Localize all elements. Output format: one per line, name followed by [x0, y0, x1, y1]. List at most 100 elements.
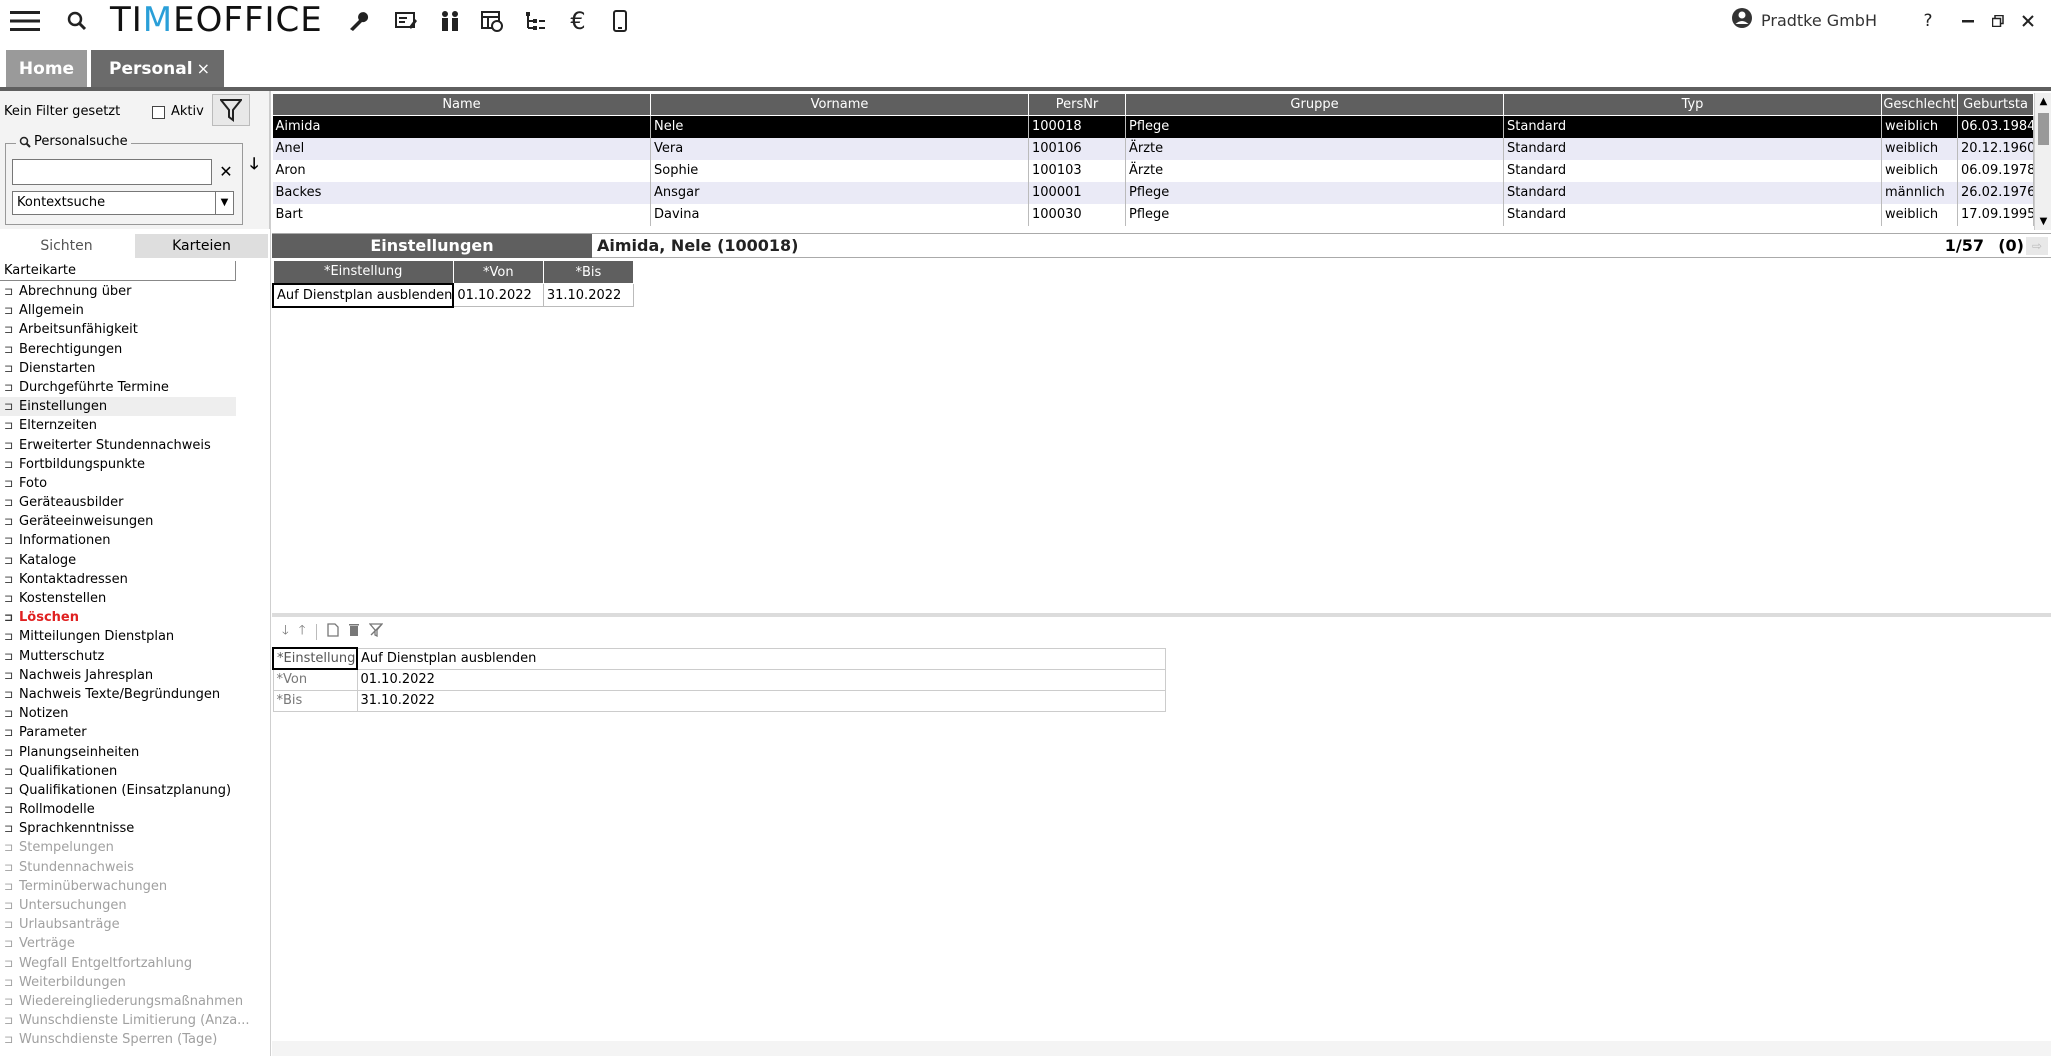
karteikarte-item[interactable]: ⊐ Informationen: [0, 531, 236, 550]
karteikarte-item[interactable]: ⊐ Löschen: [0, 608, 236, 627]
table-cell[interactable]: 100001: [1028, 181, 1126, 204]
table-cell[interactable]: Ansgar: [650, 181, 1029, 204]
table-row[interactable]: Auf Dienstplan ausblenden 01.10.2022 31.10…: [271, 282, 634, 308]
table-cell[interactable]: weiblich: [1881, 137, 1958, 160]
karteikarte-item[interactable]: ⊐ Urlaubsanträge: [0, 915, 236, 934]
karteikarte-item[interactable]: ⊐ Geräteeinweisungen: [0, 512, 236, 531]
karteikarte-item[interactable]: ⊐ Kontaktadressen: [0, 570, 236, 589]
table-cell[interactable]: 100030: [1028, 203, 1126, 226]
karteikarte-item[interactable]: ⊐ Kostenstellen: [0, 589, 236, 608]
aktiv-checkbox[interactable]: [152, 106, 165, 119]
karteikarte-item[interactable]: ⊐ Terminüberwachungen: [0, 877, 236, 896]
karteikarte-item[interactable]: ⊐ Untersuchungen: [0, 896, 236, 915]
karteikarte-item[interactable]: ⊐ Verträge: [0, 934, 236, 953]
table-cell[interactable]: 06.09.1978: [1957, 159, 2034, 182]
field-value[interactable]: 31.10.2022: [356, 689, 1166, 712]
table-cell[interactable]: 100106: [1028, 137, 1126, 160]
field-value[interactable]: Auf Dienstplan ausblenden: [356, 647, 1166, 670]
table-cell[interactable]: Vera: [650, 137, 1029, 160]
tab-home[interactable]: Home: [6, 50, 87, 88]
table-cell[interactable]: weiblich: [1881, 203, 1958, 226]
mobile-icon[interactable]: [608, 6, 632, 36]
table-cell[interactable]: Nele: [650, 115, 1029, 138]
euro-icon[interactable]: €: [564, 6, 592, 36]
column-header[interactable]: *Von: [452, 260, 544, 284]
table-row[interactable]: Aron Sophie 100103 Ärzte Standard weiblich 06.…: [272, 159, 2034, 182]
table-cell[interactable]: 100018: [1028, 115, 1126, 138]
table-cell[interactable]: Standard: [1503, 159, 1882, 182]
table-cell[interactable]: Sophie: [650, 159, 1029, 182]
people-icon[interactable]: [436, 6, 464, 36]
karteikarte-item[interactable]: ⊐ Qualifikationen (Einsatzplanung): [0, 781, 236, 800]
close-icon[interactable]: [2018, 6, 2038, 36]
wrench-icon[interactable]: [344, 6, 372, 36]
karteikarte-item[interactable]: ⊐ Nachweis Texte/Begründungen: [0, 685, 236, 704]
karteikarte-item[interactable]: ⊐ Foto: [0, 474, 236, 493]
table-cell[interactable]: Davina: [650, 203, 1029, 226]
karteikarte-item[interactable]: ⊐ Weiterbildungen: [0, 973, 236, 992]
table-cell[interactable]: Ärzte: [1125, 137, 1504, 160]
karteikarte-item[interactable]: ⊐ Allgemein: [0, 301, 236, 320]
menu-icon[interactable]: [8, 6, 42, 36]
column-header[interactable]: Gruppe: [1125, 93, 1504, 116]
table-cell[interactable]: Auf Dienstplan ausblenden: [271, 282, 455, 308]
table-cell[interactable]: Standard: [1503, 203, 1882, 226]
table-cell[interactable]: Pflege: [1125, 115, 1504, 138]
table-cell[interactable]: weiblich: [1881, 159, 1958, 182]
column-header[interactable]: Geburtsta: [1957, 93, 2034, 116]
column-header[interactable]: Typ: [1503, 93, 1882, 116]
tree-icon[interactable]: [522, 6, 550, 36]
karteikarte-item[interactable]: ⊐ Durchgeführte Termine: [0, 378, 236, 397]
tab-karteien[interactable]: Karteien: [135, 234, 268, 258]
karteikarte-item[interactable]: ⊐ Rollmodelle: [0, 800, 236, 819]
next-record-icon[interactable]: ⇨: [2026, 237, 2048, 255]
column-header[interactable]: Name: [272, 93, 651, 116]
table-cell[interactable]: Aron: [272, 159, 651, 182]
company-menu[interactable]: Pradtke GmbH: [1731, 6, 1877, 34]
table-cell[interactable]: Pflege: [1125, 203, 1504, 226]
table-cell[interactable]: Pflege: [1125, 181, 1504, 204]
table-cell[interactable]: 100103: [1028, 159, 1126, 182]
karteikarte-item[interactable]: ⊐ Sprachkenntnisse: [0, 819, 236, 838]
table-cell[interactable]: Anel: [272, 137, 651, 160]
column-header[interactable]: PersNr: [1028, 93, 1126, 116]
karteikarte-item[interactable]: ⊐ Stundennachweis: [0, 858, 236, 877]
karteikarte-item[interactable]: ⊐ Wunschdienste Limitierung (Anza...: [0, 1011, 250, 1030]
calendar-table-icon[interactable]: [478, 6, 506, 36]
karteikarte-item[interactable]: ⊐ Elternzeiten: [0, 416, 236, 435]
tab-close-icon[interactable]: ×: [197, 50, 210, 88]
karteikarte-item[interactable]: ⊐ Abrechnung über: [0, 282, 236, 301]
table-cell[interactable]: 06.03.1984: [1957, 115, 2034, 138]
scroll-thumb[interactable]: [2038, 113, 2049, 145]
left-divider[interactable]: [270, 91, 271, 1056]
karteikarte-item[interactable]: ⊐ Nachweis Jahresplan: [0, 666, 236, 685]
table-cell[interactable]: Standard: [1503, 181, 1882, 204]
filter-button[interactable]: [212, 94, 250, 126]
table-row[interactable]: Anel Vera 100106 Ärzte Standard weiblich 20.12…: [272, 137, 2034, 160]
column-header[interactable]: Geschlecht: [1881, 93, 1958, 116]
move-down-icon[interactable]: 🡓: [282, 621, 289, 643]
scroll-down-icon[interactable]: ▼: [2035, 213, 2051, 230]
chevron-down-icon[interactable]: ▼: [215, 192, 233, 214]
delete-icon[interactable]: [348, 623, 359, 641]
karteikarte-item[interactable]: ⊐ Planungseinheiten: [0, 743, 236, 762]
table-cell[interactable]: Bart: [272, 203, 651, 226]
table-cell[interactable]: Standard: [1503, 137, 1882, 160]
karteikarte-item[interactable]: ⊐ Qualifikationen: [0, 762, 236, 781]
scroll-up-icon[interactable]: ▲: [2035, 93, 2051, 110]
karteikarte-item[interactable]: ⊐ Berechtigungen: [0, 340, 236, 359]
table-cell[interactable]: Standard: [1503, 115, 1882, 138]
karteikarte-item[interactable]: ⊐ Mutterschutz: [0, 647, 236, 666]
panel-splitter[interactable]: [272, 613, 2051, 617]
field-value[interactable]: 01.10.2022: [356, 668, 1166, 691]
karteikarte-item[interactable]: ⊐ Einstellungen: [0, 397, 236, 417]
table-cell[interactable]: Backes: [272, 181, 651, 204]
karteikarte-item[interactable]: ⊐ Kataloge: [0, 551, 236, 570]
karteikarte-item[interactable]: ⊐ Notizen: [0, 704, 236, 723]
table-cell[interactable]: 17.09.1995: [1957, 203, 2034, 226]
column-header[interactable]: Vorname: [650, 93, 1029, 116]
kontextsuche-select[interactable]: Kontextsuche ▼: [12, 191, 234, 215]
help-icon[interactable]: ?: [1918, 6, 1938, 36]
table-cell[interactable]: weiblich: [1881, 115, 1958, 138]
tab-sichten[interactable]: Sichten: [0, 234, 133, 258]
